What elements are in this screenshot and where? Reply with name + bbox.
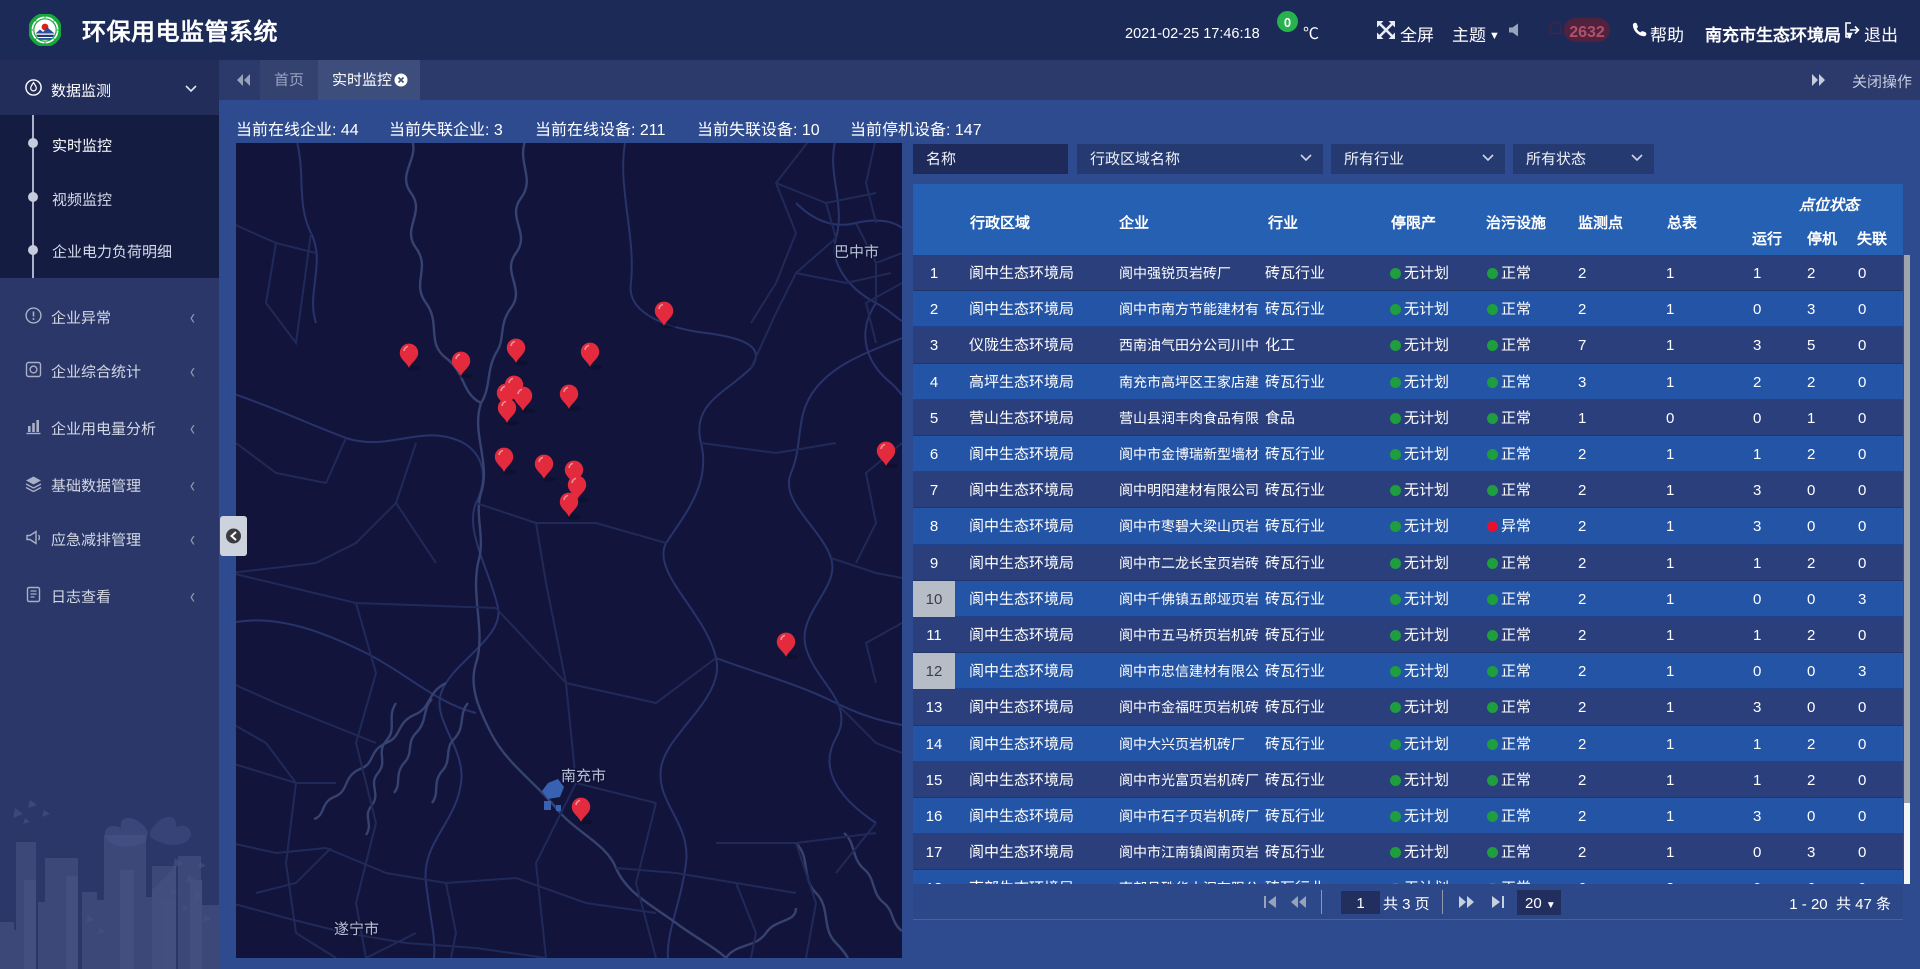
svg-text:巴中市: 巴中市 — [834, 241, 879, 262]
svg-text:遂宁市: 遂宁市 — [334, 918, 379, 939]
svg-text:南充市: 南充市 — [561, 765, 606, 786]
